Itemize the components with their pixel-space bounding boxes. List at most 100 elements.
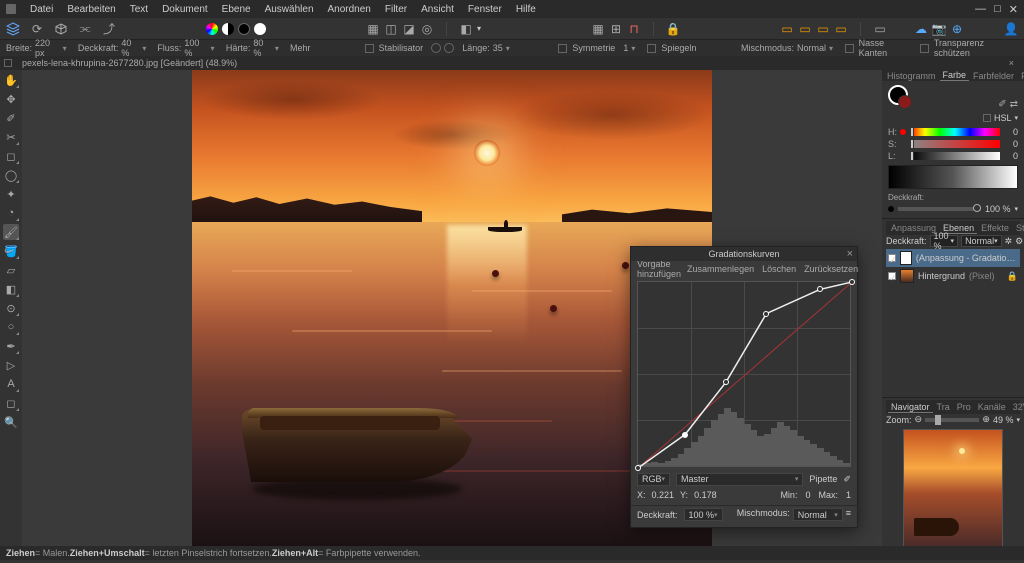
- text-tool-icon[interactable]: A: [3, 376, 19, 392]
- chevron-down-icon[interactable]: ▾: [631, 44, 639, 52]
- tab-protokoll[interactable]: Pro: [954, 402, 974, 412]
- pen-tool-icon[interactable]: ✒: [3, 338, 19, 354]
- layer-blend-dropdown[interactable]: Normal▾: [961, 235, 1002, 247]
- tab-anpassung[interactable]: Anpassung: [888, 223, 939, 233]
- curve-point[interactable]: [849, 279, 855, 285]
- menu-filter[interactable]: Filter: [385, 4, 407, 15]
- pipette-button[interactable]: Pipette: [809, 474, 837, 484]
- close-icon[interactable]: ×: [847, 248, 853, 260]
- curves-graph[interactable]: [637, 281, 851, 467]
- menu-datei[interactable]: Datei: [30, 4, 53, 15]
- master-dropdown[interactable]: Master▾: [676, 473, 803, 486]
- menu-fenster[interactable]: Fenster: [468, 4, 502, 15]
- mischmodus-value[interactable]: Normal: [797, 43, 826, 53]
- window-close-icon[interactable]: ✕: [1009, 3, 1018, 16]
- tab-pin-icon[interactable]: [4, 59, 12, 67]
- crop-toggle-icon[interactable]: ◧: [459, 22, 473, 36]
- lock-icon[interactable]: 🔒: [666, 22, 680, 36]
- globe-icon[interactable]: ⊕: [950, 22, 964, 36]
- curve-point[interactable]: [723, 379, 729, 385]
- sat-slider[interactable]: [910, 140, 1000, 148]
- menu-anordnen[interactable]: Anordnen: [328, 4, 371, 15]
- menu-auswaehlen[interactable]: Auswählen: [265, 4, 314, 15]
- zoom-tool-icon[interactable]: 🔍: [3, 414, 19, 430]
- brush-select-tool-icon[interactable]: ◔: [3, 205, 19, 221]
- deckkraft-value[interactable]: 40 %: [121, 38, 139, 58]
- assist2-icon[interactable]: ▭: [798, 22, 812, 36]
- menu-bearbeiten[interactable]: Bearbeiten: [67, 4, 115, 15]
- crop-tool-icon[interactable]: ✂: [3, 129, 19, 145]
- tab-kanaele[interactable]: Kanäle: [975, 402, 1009, 412]
- curve-point[interactable]: [763, 311, 769, 317]
- hue-value[interactable]: 0: [1004, 127, 1018, 137]
- curves-titlebar[interactable]: Gradationskurven ×: [631, 247, 857, 261]
- menu-dokument[interactable]: Dokument: [162, 4, 208, 15]
- node-tool-icon[interactable]: ▷: [3, 357, 19, 373]
- haerte-value[interactable]: 80 %: [253, 38, 271, 58]
- color-model-checkbox[interactable]: [983, 114, 991, 122]
- zoom-in-icon[interactable]: ⊕: [982, 414, 990, 425]
- fill-tool-icon[interactable]: 🪣: [3, 243, 19, 259]
- zoom-value[interactable]: 49 %: [993, 415, 1014, 425]
- layer-row[interactable]: ✓ Hintergrund (Pixel) 🔒: [886, 267, 1020, 285]
- sat-value[interactable]: 0: [1004, 139, 1018, 149]
- bw-circle-icon[interactable]: [222, 23, 234, 35]
- mehr-link[interactable]: Mehr: [290, 43, 311, 53]
- erase-tool-icon[interactable]: ◧: [3, 281, 19, 297]
- share-icon[interactable]: ⤴: [102, 22, 116, 36]
- target-icon[interactable]: ◎: [420, 22, 434, 36]
- chevron-down-icon[interactable]: ▾: [63, 44, 70, 52]
- curve-point[interactable]: [817, 286, 823, 292]
- tab-32v[interactable]: 32V: [1010, 402, 1024, 412]
- dodge-tool-icon[interactable]: ○: [3, 319, 19, 335]
- nasse-checkbox[interactable]: [845, 44, 854, 53]
- chevron-down-icon[interactable]: ▾: [142, 44, 149, 52]
- document-tab[interactable]: pexels-lena-khrupina-2677280.jpg [Geände…: [16, 58, 243, 68]
- menu-ansicht[interactable]: Ansicht: [421, 4, 454, 15]
- chain-icon[interactable]: ⫘: [78, 22, 92, 36]
- select-all-icon[interactable]: ▦: [366, 22, 380, 36]
- breite-value[interactable]: 220 px: [35, 38, 60, 58]
- tab-stile[interactable]: Stile: [1013, 223, 1024, 233]
- chevron-down-icon[interactable]: ▾: [829, 44, 837, 52]
- move-tool-icon[interactable]: ✥: [3, 91, 19, 107]
- selection-tool-icon[interactable]: ◻: [3, 148, 19, 164]
- zoom-slider[interactable]: [925, 418, 979, 422]
- deselect-icon[interactable]: ◫: [384, 22, 398, 36]
- window-mode-icon[interactable]: [444, 43, 454, 53]
- chevron-down-icon[interactable]: ▾: [211, 44, 218, 52]
- invert-sel-icon[interactable]: ◪: [402, 22, 416, 36]
- tab-farbe[interactable]: Farbe: [940, 70, 970, 81]
- tab-transform[interactable]: Tra: [934, 402, 953, 412]
- curve-line[interactable]: [638, 282, 852, 468]
- curves-blend-dropdown[interactable]: Normal▾: [793, 508, 843, 521]
- account-icon[interactable]: 👤: [1004, 22, 1018, 36]
- window-minimize-icon[interactable]: —: [975, 3, 986, 16]
- chevron-down-icon[interactable]: ▾: [506, 44, 514, 52]
- reload-icon[interactable]: ⟳: [30, 22, 44, 36]
- grid-icon[interactable]: ▦: [591, 22, 605, 36]
- cube-icon[interactable]: [54, 22, 68, 36]
- doc-icon[interactable]: ▭: [873, 22, 887, 36]
- shape-tool-icon[interactable]: ◻: [3, 395, 19, 411]
- flood-select-tool-icon[interactable]: ✦: [3, 186, 19, 202]
- laenge-value[interactable]: 35: [493, 43, 503, 53]
- lum-slider[interactable]: [910, 152, 1000, 160]
- delete-link[interactable]: Löschen: [762, 264, 796, 274]
- menu-text[interactable]: Text: [130, 4, 148, 15]
- spiegeln-checkbox[interactable]: [647, 44, 656, 53]
- persona-photo-icon[interactable]: [6, 22, 20, 36]
- opacity-value[interactable]: 100 %: [985, 204, 1011, 214]
- max-value[interactable]: 1: [846, 490, 851, 500]
- zoom-out-icon[interactable]: ⊖: [915, 414, 923, 425]
- lasso-tool-icon[interactable]: ◯: [3, 167, 19, 183]
- layer-opacity-dropdown[interactable]: 100 %▾: [930, 235, 959, 247]
- reset-link[interactable]: Zurücksetzen: [804, 264, 858, 274]
- camera-icon[interactable]: 📷: [932, 22, 946, 36]
- curve-point[interactable]: [682, 432, 688, 438]
- curves-opacity-dropdown[interactable]: 100 %▾: [684, 508, 723, 521]
- layer-row[interactable]: ✓ (Anpassung - Gradationskurv...: [886, 249, 1020, 267]
- opacity-slider[interactable]: [898, 207, 981, 211]
- layer-lock-icon[interactable]: 🔒: [1007, 271, 1018, 282]
- menu-hilfe[interactable]: Hilfe: [516, 4, 536, 15]
